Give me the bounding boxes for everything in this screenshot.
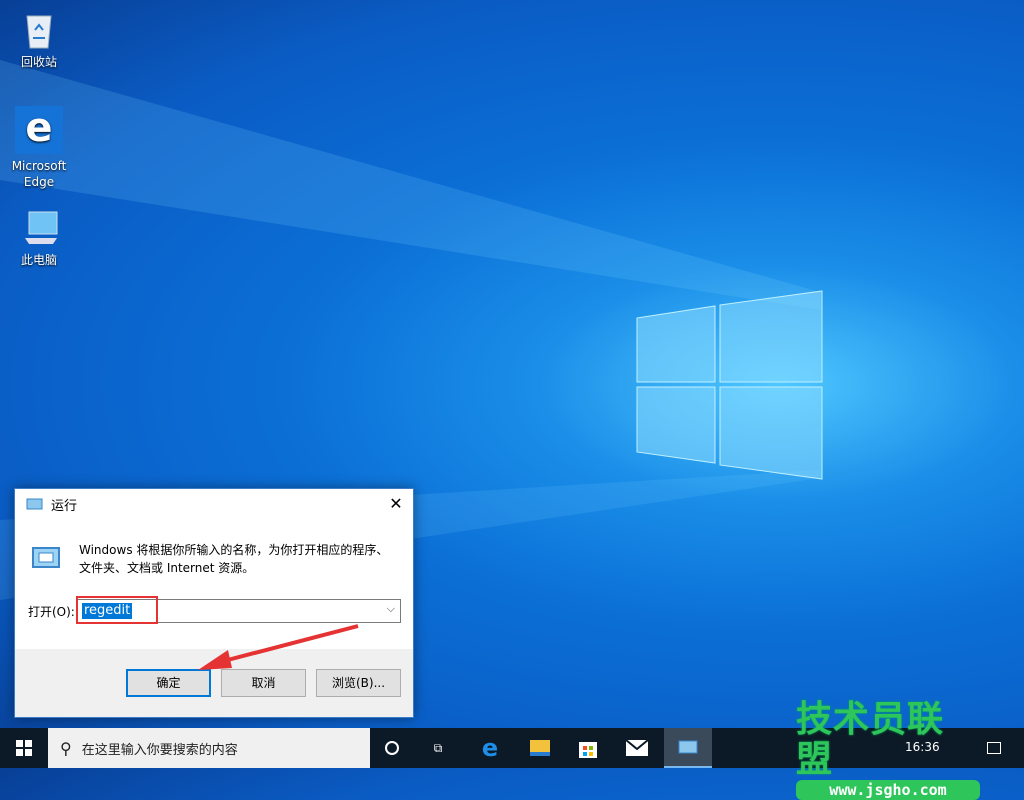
run-large-icon [27, 545, 61, 571]
close-button[interactable]: ✕ [379, 489, 413, 519]
mail-button[interactable] [613, 728, 661, 768]
desktop-icon-edge[interactable]: e Microsoft Edge [9, 106, 69, 190]
desktop-icon-this-pc[interactable]: 此电脑 [9, 208, 69, 268]
circle-icon [385, 741, 399, 755]
windows-icon [16, 740, 32, 756]
computer-icon [21, 208, 57, 248]
store-icon [579, 738, 597, 758]
search-icon: ⚲ [60, 739, 72, 758]
task-view-button[interactable]: ⧉ [414, 728, 462, 768]
edge-icon: e [15, 106, 63, 154]
edge-taskbar-button[interactable]: e [466, 728, 514, 768]
folder-icon [530, 740, 550, 756]
watermark-title: 技术员联盟 [796, 700, 980, 780]
recycle-bin-icon [21, 10, 57, 50]
desktop-icon-label: 回收站 [21, 55, 57, 69]
edge-icon: e [482, 734, 498, 762]
desktop-icon-recycle-bin[interactable]: 回收站 [9, 10, 69, 70]
desktop-icon-label: 此电脑 [21, 253, 57, 267]
arrow-annotation [190, 620, 365, 675]
title-bar: 运行 [15, 489, 413, 519]
run-taskbar-button[interactable] [664, 728, 712, 768]
store-button[interactable] [564, 728, 612, 768]
open-label: 打开(O): [28, 603, 75, 620]
mail-icon [626, 740, 648, 756]
task-view-icon: ⧉ [434, 741, 443, 756]
start-button[interactable] [0, 728, 48, 768]
search-placeholder: 在这里输入你要搜索的内容 [82, 739, 238, 758]
highlight-box [76, 596, 158, 624]
dialog-title: 运行 [51, 495, 77, 514]
dialog-description: Windows 将根据你所输入的名称，为你打开相应的程序、文件夹、文档或 Int… [79, 541, 399, 577]
cortana-button[interactable] [368, 728, 416, 768]
watermark-url: www.jsgho.com [796, 780, 980, 800]
notification-icon [987, 742, 1001, 754]
desktop-icon-label: Microsoft Edge [12, 159, 67, 189]
run-dialog: 运行 ✕ Windows 将根据你所输入的名称，为你打开相应的程序、文件夹、文档… [14, 488, 414, 718]
run-icon [25, 498, 43, 510]
watermark: 技术员联盟 www.jsgho.com [796, 700, 980, 800]
run-icon [678, 740, 698, 754]
search-box[interactable]: ⚲ 在这里输入你要搜索的内容 [48, 728, 370, 768]
chevron-down-icon[interactable]: ⌵ [387, 602, 395, 616]
file-explorer-button[interactable] [516, 728, 564, 768]
